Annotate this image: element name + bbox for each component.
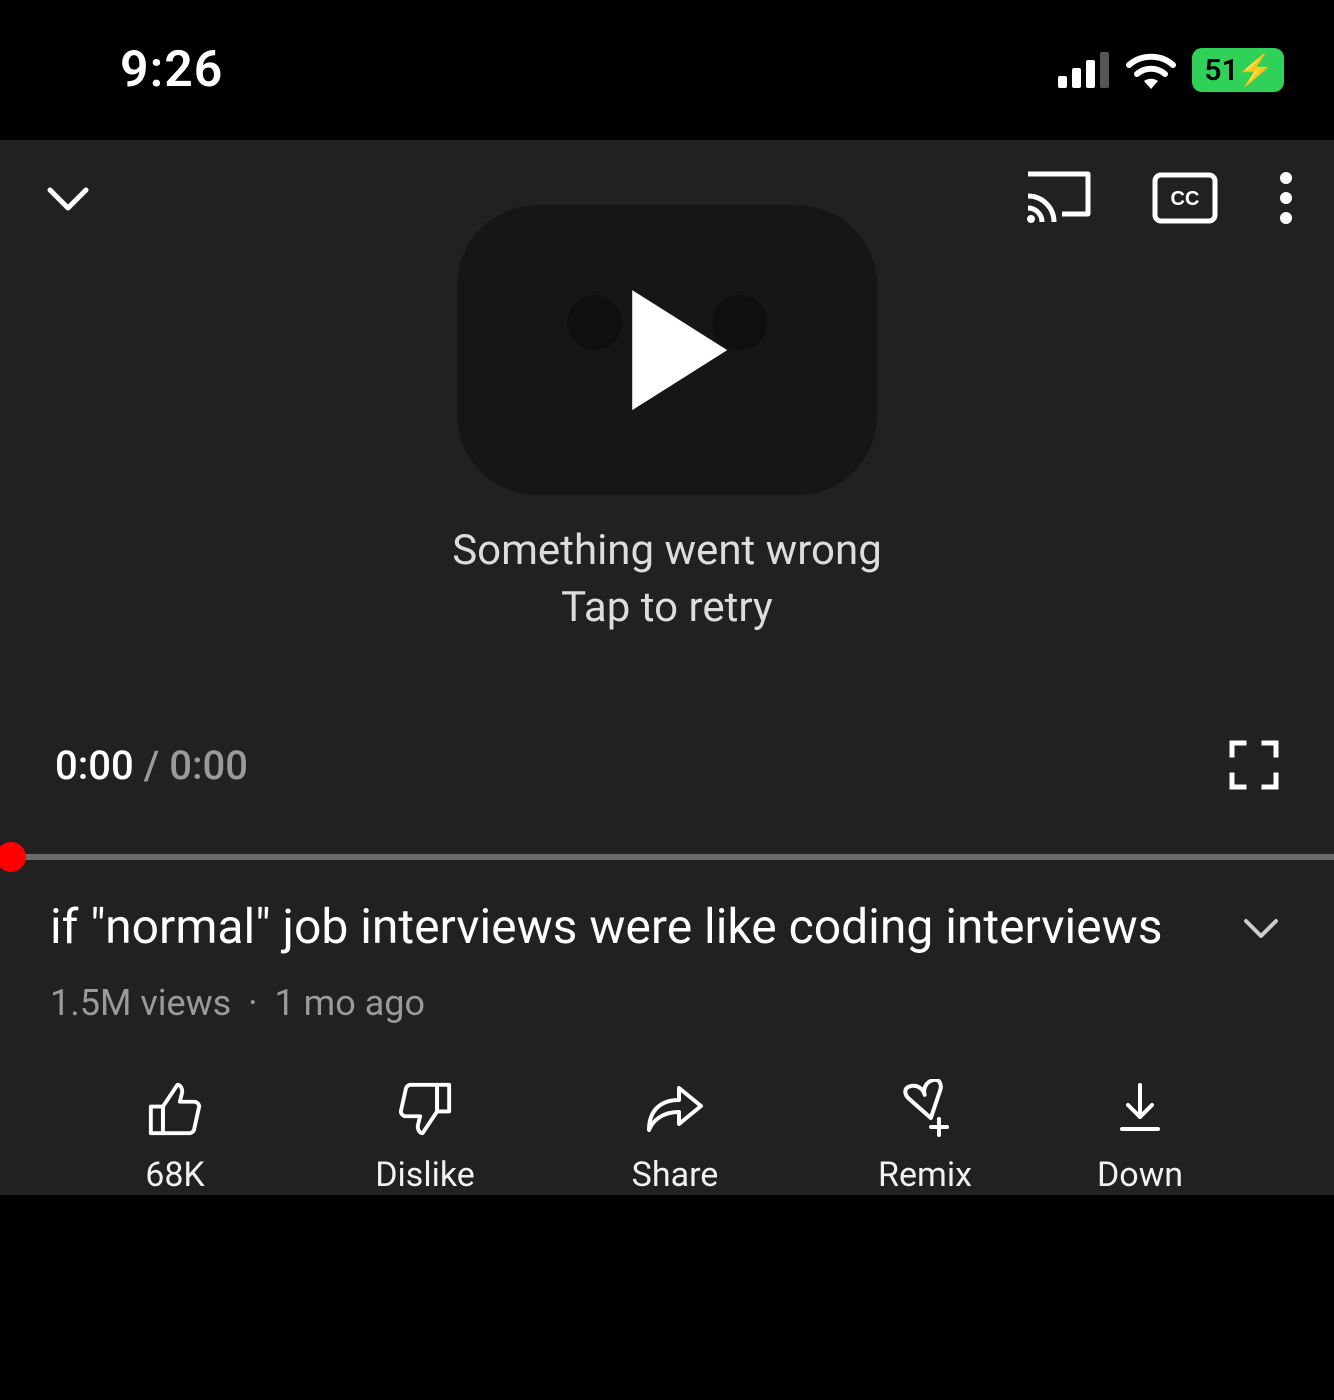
wifi-icon (1124, 50, 1178, 90)
video-stats: 1.5M views · 1 mo ago (50, 982, 1284, 1024)
status-bar: 9:26 51 ⚡ (0, 0, 1334, 140)
current-time: 0:00 (55, 742, 134, 789)
view-count: 1.5M views (50, 982, 231, 1024)
captions-button[interactable]: CC (1152, 172, 1218, 224)
more-options-button[interactable] (1278, 170, 1294, 226)
thumbs-up-icon (146, 1079, 204, 1139)
video-title[interactable]: if "normal" job interviews were like cod… (50, 895, 1208, 960)
upload-age: 1 mo ago (275, 982, 426, 1024)
download-icon (1114, 1079, 1166, 1139)
youtube-error-icon (457, 205, 877, 495)
remix-label: Remix (878, 1155, 972, 1195)
download-label: Down (1097, 1155, 1183, 1195)
fullscreen-button[interactable] (1229, 740, 1279, 790)
playback-time: 0:00 / 0:00 (55, 742, 248, 789)
duration: 0:00 (169, 742, 248, 789)
battery-indicator: 51 ⚡ (1192, 48, 1284, 92)
cellular-signal-icon (1058, 52, 1110, 88)
download-button[interactable]: Down (1050, 1079, 1230, 1195)
share-arrow-icon (643, 1079, 707, 1139)
remix-button[interactable]: Remix (800, 1079, 1050, 1195)
battery-percent: 51 (1204, 53, 1238, 88)
video-player[interactable]: CC Something went wrong Tap to retry (0, 140, 1334, 860)
cast-button[interactable] (1024, 170, 1092, 226)
dislike-label: Dislike (375, 1155, 475, 1195)
svg-text:CC: CC (1171, 188, 1200, 210)
collapse-player-button[interactable] (40, 170, 96, 226)
like-button[interactable]: 68K (50, 1079, 300, 1195)
status-indicators: 51 ⚡ (1058, 48, 1284, 92)
retry-playback-button[interactable]: Something went wrong Tap to retry (452, 205, 882, 636)
play-icon (632, 290, 727, 410)
share-button[interactable]: Share (550, 1079, 800, 1195)
error-message-line1: Something went wrong (452, 523, 882, 580)
error-message-line2: Tap to retry (452, 580, 882, 637)
like-count: 68K (145, 1155, 205, 1195)
remix-icon (897, 1079, 953, 1139)
action-bar: 68K Dislike Share (0, 1034, 1334, 1195)
charging-bolt-icon: ⚡ (1237, 53, 1274, 88)
thumbs-down-icon (396, 1079, 454, 1139)
dislike-button[interactable]: Dislike (300, 1079, 550, 1195)
expand-description-button[interactable] (1238, 905, 1284, 951)
status-time: 9:26 (120, 41, 223, 99)
share-label: Share (632, 1155, 719, 1195)
progress-bar[interactable] (0, 854, 1334, 860)
